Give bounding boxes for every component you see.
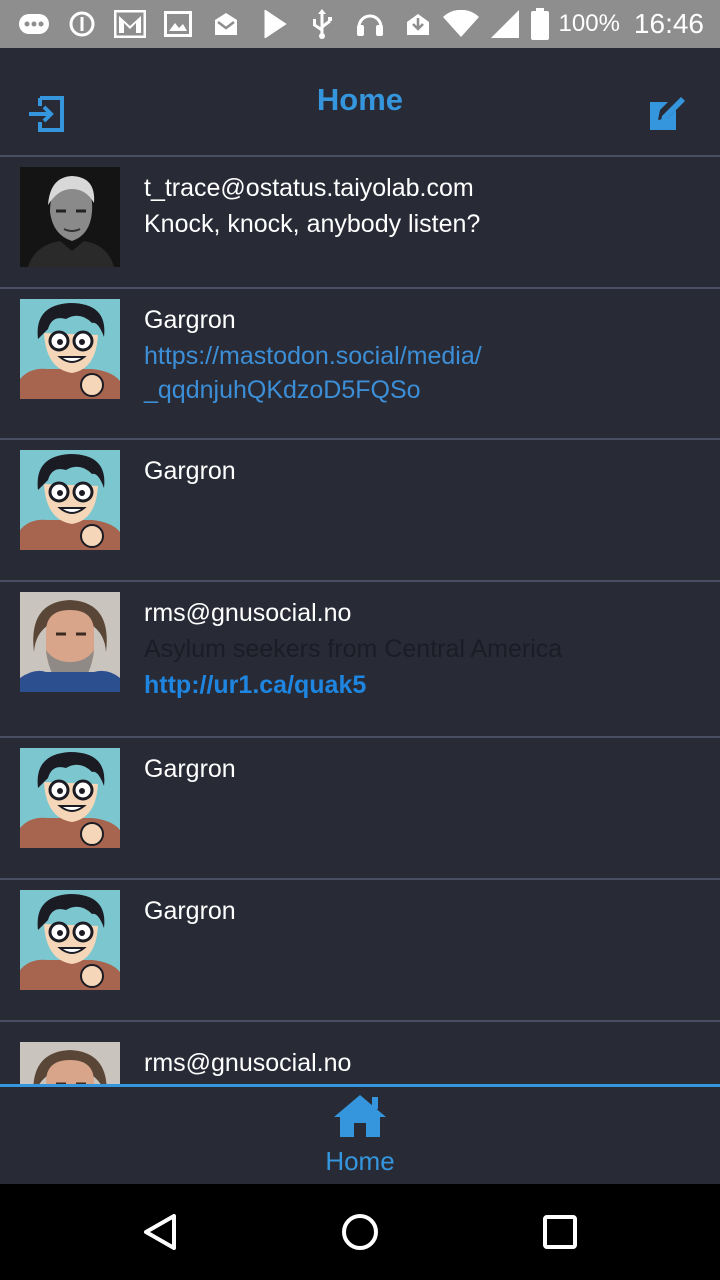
- avatar[interactable]: [20, 890, 120, 990]
- usb-icon: [306, 8, 338, 40]
- status-text: Asylum seekers from Central America: [144, 635, 563, 663]
- battery-percentage: 100%: [558, 10, 620, 37]
- compose-icon: [650, 97, 685, 130]
- username: Gargron: [144, 457, 236, 485]
- avatar[interactable]: [20, 592, 120, 692]
- username: Gargron: [144, 755, 236, 783]
- avatar[interactable]: [20, 1042, 120, 1084]
- system-home-button[interactable]: [338, 1210, 382, 1254]
- username: Gargron: [144, 897, 236, 925]
- back-button[interactable]: [138, 1210, 182, 1254]
- username: rms@gnusocial.no: [144, 599, 352, 627]
- list-item[interactable]: Gargron: [0, 738, 720, 880]
- avatar[interactable]: [20, 167, 120, 267]
- list-item[interactable]: Gargron https://mastodon.social/media/ _…: [0, 289, 720, 440]
- bottom-navigation: Home: [0, 1084, 720, 1184]
- status-bar: 100% 16:46: [0, 0, 720, 48]
- back-icon: [144, 1214, 176, 1250]
- username: t_trace@ostatus.taiyolab.com: [144, 174, 474, 202]
- more-icon: [18, 8, 50, 40]
- avatar[interactable]: [20, 450, 120, 550]
- list-item[interactable]: Gargron: [0, 880, 720, 1022]
- gmail-icon: [114, 8, 146, 40]
- headset-icon: [354, 8, 386, 40]
- home-icon: [334, 1095, 386, 1137]
- avatar[interactable]: [20, 299, 120, 399]
- recents-icon: [543, 1215, 577, 1249]
- system-navigation-bar: [0, 1184, 720, 1280]
- status-text: Knock, knock, anybody listen?: [144, 210, 481, 238]
- download-icon: [402, 8, 434, 40]
- compose-button[interactable]: [644, 92, 688, 136]
- list-item[interactable]: t_trace@ostatus.taiyolab.com Knock, knoc…: [0, 157, 720, 289]
- avatar[interactable]: [20, 748, 120, 848]
- battery-icon: [529, 8, 551, 40]
- home-circle-icon: [342, 1214, 378, 1250]
- page-title: Home: [316, 82, 404, 117]
- list-item[interactable]: rms@gnusocial.no: [0, 1022, 720, 1084]
- nav-home-label: Home: [325, 1146, 395, 1176]
- mail-icon: [210, 8, 242, 40]
- username: rms@gnusocial.no: [144, 1049, 352, 1077]
- wifi-icon: [441, 8, 481, 40]
- image-icon: [162, 8, 194, 40]
- nav-home-tab[interactable]: Home: [310, 1093, 410, 1187]
- recents-button[interactable]: [538, 1210, 582, 1254]
- info-icon: [66, 8, 98, 40]
- signal-icon: [489, 8, 521, 40]
- clock: 16:46: [633, 8, 704, 39]
- play-store-icon: [258, 8, 290, 40]
- list-item[interactable]: rms@gnusocial.no Asylum seekers from Cen…: [0, 582, 720, 738]
- status-link[interactable]: https://mastodon.social/media/ _qqdnjuhQ…: [144, 339, 700, 407]
- list-item[interactable]: Gargron: [0, 440, 720, 582]
- app-header: Home: [0, 48, 720, 157]
- username: Gargron: [144, 306, 236, 334]
- status-link[interactable]: http://ur1.ca/quak5: [144, 668, 700, 702]
- timeline[interactable]: t_trace@ostatus.taiyolab.com Knock, knoc…: [0, 157, 720, 1084]
